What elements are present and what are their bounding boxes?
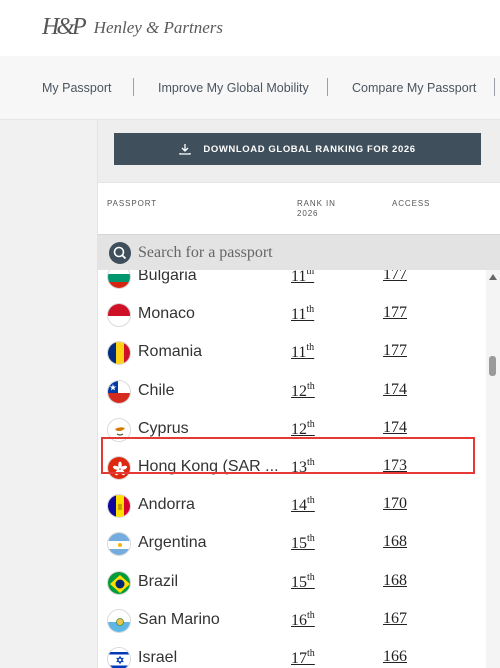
- search-input[interactable]: [138, 241, 478, 265]
- access-link[interactable]: 177: [383, 304, 407, 322]
- rank-number: 15: [291, 535, 307, 553]
- access-link[interactable]: 177: [383, 342, 407, 360]
- access-link[interactable]: 174: [383, 381, 407, 399]
- nav-divider: [494, 78, 495, 96]
- argentina-flag-icon: [107, 532, 131, 557]
- nav-compare-passport[interactable]: Compare My Passport: [352, 81, 476, 95]
- passport-row[interactable]: Bulgaria 11th 177: [98, 270, 486, 296]
- israel-flag-icon: [107, 647, 131, 668]
- rank-suffix: th: [307, 533, 315, 545]
- passport-row[interactable]: San Marino 16th 167: [98, 602, 486, 640]
- country-name[interactable]: Cyprus: [138, 420, 189, 438]
- passport-row[interactable]: Romania 11th 177: [98, 334, 486, 372]
- col-rank: RANK IN 2026: [297, 199, 336, 218]
- download-label: DOWNLOAD GLOBAL RANKING FOR 2026: [203, 143, 416, 155]
- rank-number: 11: [291, 270, 307, 285]
- rank-number: 11: [291, 344, 307, 362]
- rank-number: 11: [291, 306, 307, 324]
- passport-row[interactable]: Argentina 15th 168: [98, 525, 486, 563]
- country-name[interactable]: San Marino: [138, 611, 220, 629]
- bulgaria-flag-icon: [107, 270, 131, 289]
- rank-suffix: th: [306, 270, 315, 277]
- country-name[interactable]: Monaco: [138, 305, 195, 323]
- henley-partners-logo[interactable]: H&P Henley & Partners: [42, 14, 223, 41]
- nav-my-passport[interactable]: My Passport: [42, 81, 111, 95]
- rank-suffix: th: [307, 609, 315, 621]
- scrollbar-thumb[interactable]: [489, 356, 496, 376]
- rank-suffix: th: [306, 342, 315, 354]
- country-name[interactable]: Chile: [138, 382, 174, 400]
- access-link[interactable]: 177: [383, 270, 407, 284]
- rank-link[interactable]: 15th: [291, 533, 315, 553]
- download-ranking-button[interactable]: DOWNLOAD GLOBAL RANKING FOR 2026: [114, 133, 481, 165]
- access-link[interactable]: 168: [383, 533, 407, 551]
- rank-number: 12: [291, 382, 307, 400]
- nav-improve-mobility[interactable]: Improve My Global Mobility: [158, 81, 309, 95]
- logo-mark: H&P: [42, 14, 87, 40]
- col-access: ACCESS: [392, 199, 431, 208]
- col-passport: PASSPORT: [107, 199, 158, 208]
- rank-number: 12: [291, 420, 307, 438]
- passport-row[interactable]: Brazil 15th 168: [98, 564, 486, 602]
- passport-search: [98, 234, 500, 270]
- rank-number: 16: [291, 611, 307, 629]
- rank-link[interactable]: 11th: [291, 304, 314, 324]
- country-name[interactable]: Andorra: [138, 496, 195, 514]
- access-link[interactable]: 170: [383, 495, 407, 513]
- passport-row[interactable]: Andorra 14th 170: [98, 487, 486, 525]
- rank-link[interactable]: 11th: [291, 270, 314, 286]
- top-header: H&P Henley & Partners: [0, 0, 500, 56]
- country-name[interactable]: Israel: [138, 649, 177, 667]
- nav-divider: [327, 78, 328, 96]
- access-link[interactable]: 174: [383, 419, 407, 437]
- passport-row[interactable]: Monaco 11th 177: [98, 296, 486, 334]
- chile-flag-icon: [107, 379, 131, 404]
- rank-link[interactable]: 14th: [291, 495, 315, 515]
- download-icon: [179, 144, 192, 155]
- access-link[interactable]: 168: [383, 572, 407, 590]
- ranking-panel: DOWNLOAD GLOBAL RANKING FOR 2026 PASSPOR…: [97, 120, 500, 668]
- brazil-flag-icon: [107, 570, 131, 595]
- highlight-box: [101, 437, 475, 474]
- list-scrollbar[interactable]: [486, 270, 500, 668]
- rank-link[interactable]: 16th: [291, 610, 315, 630]
- romania-flag-icon: [107, 341, 131, 366]
- main-nav: My Passport Improve My Global Mobility C…: [0, 56, 500, 120]
- rank-link[interactable]: 12th: [291, 381, 315, 401]
- download-area: DOWNLOAD GLOBAL RANKING FOR 2026: [98, 120, 500, 182]
- table-header: PASSPORT RANK IN 2026 ACCESS: [98, 182, 500, 234]
- rank-suffix: th: [307, 495, 315, 507]
- nav-divider: [133, 78, 134, 96]
- country-name[interactable]: Bulgaria: [138, 270, 197, 285]
- access-link[interactable]: 166: [383, 648, 407, 666]
- rank-link[interactable]: 17th: [291, 648, 315, 668]
- rank-number: 17: [291, 650, 307, 667]
- rank-number: 14: [291, 497, 307, 515]
- rank-suffix: th: [307, 380, 315, 392]
- andorra-flag-icon: [107, 494, 131, 519]
- rank-link[interactable]: 12th: [291, 419, 315, 439]
- logo-text: Henley & Partners: [93, 17, 224, 37]
- access-link[interactable]: 167: [383, 610, 407, 628]
- rank-link[interactable]: 15th: [291, 572, 315, 592]
- monaco-flag-icon: [107, 303, 131, 328]
- rank-suffix: th: [306, 304, 315, 316]
- rank-suffix: th: [307, 571, 315, 583]
- rank-suffix: th: [307, 418, 315, 430]
- rank-number: 15: [291, 573, 307, 591]
- scroll-up-arrow-icon[interactable]: [489, 274, 497, 280]
- country-name[interactable]: Argentina: [138, 534, 207, 552]
- search-icon[interactable]: [109, 242, 131, 264]
- rank-link[interactable]: 11th: [291, 342, 314, 362]
- passport-row[interactable]: Chile 12th 174: [98, 373, 486, 411]
- country-name[interactable]: Brazil: [138, 573, 178, 591]
- rank-suffix: th: [307, 648, 315, 659]
- country-name[interactable]: Romania: [138, 343, 202, 361]
- sanmarino-flag-icon: [107, 608, 131, 633]
- passport-row[interactable]: Israel 17th 166: [98, 640, 486, 668]
